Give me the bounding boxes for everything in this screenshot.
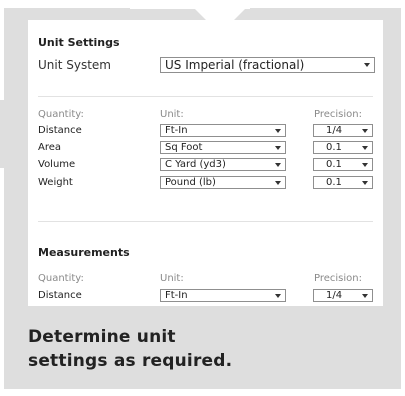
section-title-measurements: Measurements — [38, 246, 130, 259]
measurement-precision-select-distance[interactable]: 1/4 — [313, 289, 373, 302]
chevron-down-icon — [364, 63, 370, 67]
header-precision: Precision: — [314, 273, 362, 284]
precision-select-volume[interactable]: 0.1 — [313, 158, 373, 171]
chevron-down-icon — [362, 146, 368, 150]
precision-value-distance: 1/4 — [326, 125, 343, 136]
row-label-distance: Distance — [38, 290, 82, 301]
precision-value-volume: 0.1 — [326, 159, 342, 170]
precision-select-distance[interactable]: 1/4 — [313, 124, 373, 137]
instruction-caption: Determine unit settings as required. — [28, 325, 232, 373]
section-divider — [38, 96, 373, 97]
chevron-down-icon — [362, 294, 368, 298]
unit-value-weight: Pound (lb) — [165, 177, 216, 188]
caption-line-2: settings as required. — [28, 351, 233, 371]
chevron-down-icon — [362, 181, 368, 185]
chevron-down-icon — [275, 146, 281, 150]
unit-system-value: US Imperial (fractional) — [165, 58, 305, 72]
row-label-distance: Distance — [38, 125, 82, 136]
precision-value-weight: 0.1 — [326, 177, 342, 188]
unit-value-distance: Ft-In — [165, 125, 188, 136]
precision-select-area[interactable]: 0.1 — [313, 141, 373, 154]
unit-select-volume[interactable]: C Yard (yd3) — [160, 158, 286, 171]
section-title-unit-settings: Unit Settings — [38, 36, 120, 49]
row-label-weight: Weight — [38, 177, 73, 188]
unit-value-volume: C Yard (yd3) — [165, 159, 226, 170]
precision-select-weight[interactable]: 0.1 — [313, 176, 373, 189]
caption-line-1: Determine unit — [28, 327, 176, 347]
unit-select-area[interactable]: Sq Foot — [160, 141, 286, 154]
precision-value-area: 0.1 — [326, 142, 342, 153]
header-quantity: Quantity: — [38, 273, 84, 284]
header-quantity: Quantity: — [38, 109, 84, 120]
unit-select-distance[interactable]: Ft-In — [160, 124, 286, 137]
chevron-down-icon — [275, 181, 281, 185]
measurement-precision-value-distance: 1/4 — [326, 290, 343, 301]
section-divider — [38, 221, 373, 222]
unit-settings-panel: Unit Settings Unit System US Imperial (f… — [28, 20, 383, 306]
row-label-area: Area — [38, 142, 62, 153]
chevron-down-icon — [362, 129, 368, 133]
measurement-unit-select-distance[interactable]: Ft-In — [160, 289, 286, 302]
chevron-down-icon — [362, 163, 368, 167]
unit-select-weight[interactable]: Pound (lb) — [160, 176, 286, 189]
unit-system-label: Unit System — [38, 58, 111, 72]
header-unit: Unit: — [160, 109, 184, 120]
chevron-down-icon — [275, 163, 281, 167]
chevron-down-icon — [275, 129, 281, 133]
header-unit: Unit: — [160, 273, 184, 284]
row-label-volume: Volume — [38, 159, 76, 170]
measurement-unit-value-distance: Ft-In — [165, 290, 188, 301]
chevron-down-icon — [275, 294, 281, 298]
unit-system-select[interactable]: US Imperial (fractional) — [160, 57, 375, 73]
unit-value-area: Sq Foot — [165, 142, 203, 153]
header-precision: Precision: — [314, 109, 362, 120]
